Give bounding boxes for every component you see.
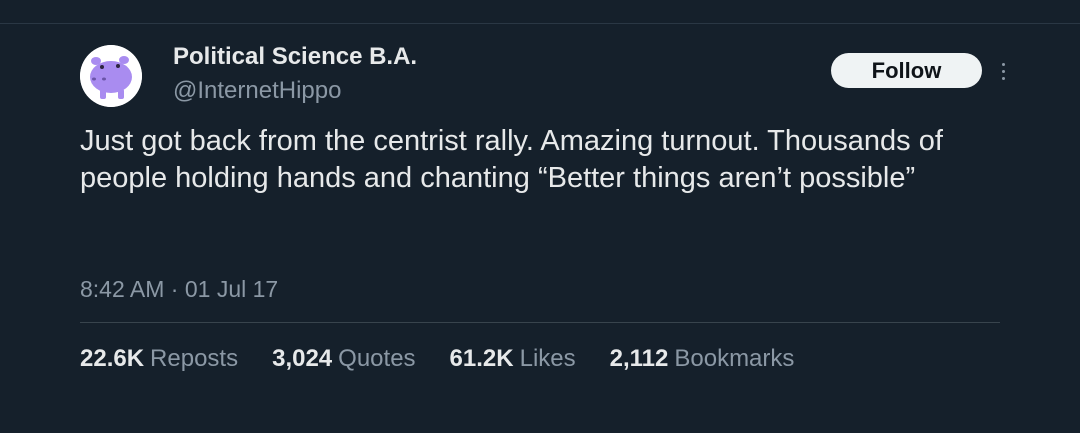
tweet-text: Just got back from the centrist rally. A… [80,125,943,194]
tweet-date: 01 Jul 17 [184,276,279,302]
more-vertical-icon[interactable] [994,58,1012,84]
stat-label: Quotes [338,345,416,372]
tweet-timestamp[interactable]: 8:42 AM · 01 Jul 17 [80,276,278,303]
stat-quotes[interactable]: 3,024 Quotes [272,345,415,373]
follow-button[interactable]: Follow [831,53,982,88]
stat-count: 2,112 [609,345,669,372]
stat-count: 3,024 [272,345,333,372]
top-divider [0,23,1080,24]
avatar[interactable] [80,45,142,107]
author-handle[interactable]: @InternetHippo [173,77,341,105]
stat-count: 22.6K [80,345,145,372]
stats-divider [80,322,1000,323]
more-dot [1001,76,1005,80]
more-dot [1001,62,1005,66]
engagement-stats: 22.6K Reposts 3,024 Quotes 61.2K Likes 2… [80,345,794,373]
author-display-name[interactable]: Political Science B.A. [173,43,417,71]
tweet-time: 8:42 AM [80,276,165,302]
stat-label: Reposts [150,345,239,372]
stat-bookmarks[interactable]: 2,112 Bookmarks [610,345,795,373]
tweet-card: Political Science B.A. @InternetHippo Fo… [0,0,1080,433]
hippo-avatar-icon [80,45,142,107]
stat-count: 61.2K [449,345,514,372]
stat-label: Bookmarks [674,345,795,372]
more-dot [1001,69,1005,73]
meta-separator: · [164,276,185,302]
stat-label: Likes [519,345,576,372]
stat-likes[interactable]: 61.2K Likes [450,345,576,373]
stat-reposts[interactable]: 22.6K Reposts [80,345,238,373]
